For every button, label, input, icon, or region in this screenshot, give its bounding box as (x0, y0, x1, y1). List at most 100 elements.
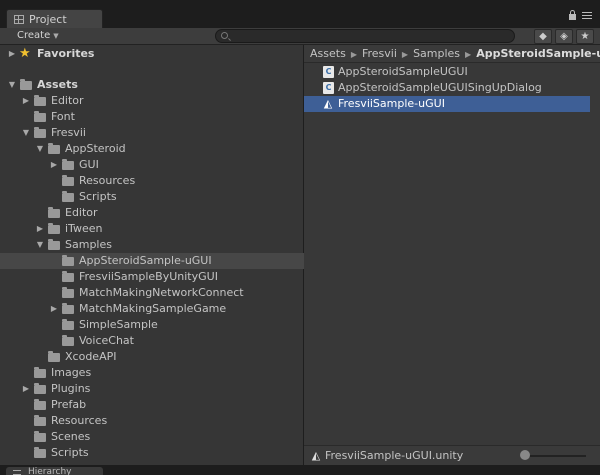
tree-item-label: SimpleSample (79, 318, 158, 331)
tree-item-samples[interactable]: ▼ Samples (0, 237, 304, 253)
expand-arrow-icon[interactable]: ▶ (21, 381, 31, 397)
tree-item-scripts[interactable]: Scripts (0, 189, 304, 205)
tree-item-label: XcodeAPI (65, 350, 117, 363)
expand-arrow-icon[interactable]: ▶ (49, 301, 59, 317)
folder-icon (34, 383, 46, 394)
tab-project[interactable]: Project (6, 9, 103, 28)
file-item-selected[interactable]: ◭ FresviiSample-uGUI (304, 96, 590, 112)
create-dropdown[interactable]: Create ▼ (11, 29, 65, 43)
collapse-arrow-icon[interactable]: ▼ (35, 141, 45, 157)
folder-icon (48, 223, 60, 234)
tree-item-resources[interactable]: Resources (0, 413, 304, 429)
tree-item-editor[interactable]: Editor (0, 205, 304, 221)
tree-item-label: VoiceChat (79, 334, 134, 347)
tree-item-resources[interactable]: Resources (0, 173, 304, 189)
tab-hierarchy-label: Hierarchy (28, 467, 72, 475)
icon-size-slider-track[interactable] (524, 455, 586, 457)
tree-item-label: Scenes (51, 430, 91, 443)
tab-hierarchy[interactable]: Hierarchy (6, 467, 103, 475)
tree-item-label: MatchMakingSampleGame (79, 302, 227, 315)
folder-icon (48, 143, 60, 154)
tree-item-itween[interactable]: ▶ iTween (0, 221, 304, 237)
file-item[interactable]: C AppSteroidSampleUGUI (304, 64, 590, 80)
breadcrumb-item[interactable]: Fresvii (362, 47, 397, 60)
collapse-arrow-icon[interactable]: ▼ (21, 125, 31, 141)
create-label: Create (17, 30, 51, 41)
tree-item-images[interactable]: Images (0, 365, 304, 381)
tree-item-appsteroid[interactable]: ▼ AppSteroid (0, 141, 304, 157)
toolbar-filter-icons: ◆ ◈ ★ (534, 29, 594, 44)
tree-item-label: Font (51, 110, 75, 123)
tree-item-label: Plugins (51, 382, 91, 395)
expand-arrow-icon[interactable]: ▶ (7, 46, 17, 62)
file-list-panel: Assets ▶ Fresvii ▶ Samples ▶ AppSteroidSample-… (304, 45, 600, 445)
star-icon: ★ (19, 46, 31, 61)
search-input[interactable] (232, 30, 502, 42)
tree-item-label: Resources (79, 174, 136, 187)
folder-icon (34, 399, 46, 410)
search-box[interactable] (215, 29, 515, 43)
tree-item-label: Fresvii (51, 126, 86, 139)
breadcrumb-item-current[interactable]: AppSteroidSample-uGUI (476, 47, 600, 60)
tree-item-xcodeapi[interactable]: XcodeAPI (0, 349, 304, 365)
folder-icon (48, 207, 60, 218)
search-by-type-icon[interactable]: ◆ (534, 29, 552, 44)
tree-item-matchmakingnetworkconnect[interactable]: MatchMakingNetworkConnect (0, 285, 304, 301)
tree-item-label: Images (51, 366, 92, 379)
tree-item-fresviisamplebyunitygui[interactable]: FresviiSampleByUnityGUI (0, 269, 304, 285)
icon-size-slider-handle[interactable] (520, 450, 530, 460)
chevron-right-icon: ▶ (465, 50, 472, 59)
breadcrumb-item[interactable]: Samples (413, 47, 460, 60)
tree-item-plugins[interactable]: ▶ Plugins (0, 381, 304, 397)
tree-item-font[interactable]: Font (0, 109, 304, 125)
favorite-star-icon[interactable]: ★ (576, 29, 594, 44)
folder-icon (62, 191, 74, 202)
folder-tree-panel: ▶ ★ Favorites ▼ Assets ▶ Editor Font ▼ F… (0, 45, 304, 465)
tree-item-label: Scripts (51, 446, 89, 459)
hierarchy-list-icon (13, 470, 21, 475)
tree-item-prefab[interactable]: Prefab (0, 397, 304, 413)
tree-item-voicechat[interactable]: VoiceChat (0, 333, 304, 349)
folder-icon (48, 239, 60, 250)
folder-icon (48, 351, 60, 362)
collapse-arrow-icon[interactable]: ▼ (35, 237, 45, 253)
folder-icon (34, 111, 46, 122)
tree-assets[interactable]: ▼ Assets (0, 77, 304, 93)
collapse-arrow-icon[interactable]: ▼ (7, 77, 17, 93)
folder-icon (62, 175, 74, 186)
tree-item-simplesample[interactable]: SimpleSample (0, 317, 304, 333)
tree-favorites-label: Favorites (37, 47, 95, 60)
tree-item-label: Prefab (51, 398, 87, 411)
window-controls (569, 10, 592, 20)
tree-item-label: Editor (65, 206, 98, 219)
panel-menu-icon[interactable] (582, 12, 592, 19)
tree-item-label: Scripts (79, 190, 117, 203)
csharp-script-icon: C (323, 66, 334, 78)
expand-arrow-icon[interactable]: ▶ (35, 221, 45, 237)
tree-item-appsteroidsample-ugui[interactable]: AppSteroidSample-uGUI (0, 253, 304, 269)
window-tab-strip: Project (0, 0, 600, 28)
tree-item-label: iTween (65, 222, 103, 235)
tree-item-editor[interactable]: ▶ Editor (0, 93, 304, 109)
tree-item-matchmakingsamplegame[interactable]: ▶ MatchMakingSampleGame (0, 301, 304, 317)
file-name: AppSteroidSampleUGUI (338, 65, 468, 78)
expand-arrow-icon[interactable]: ▶ (49, 157, 59, 173)
file-item[interactable]: C AppSteroidSampleUGUISingUpDialog (304, 80, 590, 96)
unity-scene-icon: ◭ (311, 449, 321, 462)
tree-item-fresvii[interactable]: ▼ Fresvii (0, 125, 304, 141)
tree-favorites[interactable]: ▶ ★ Favorites (0, 46, 304, 62)
file-status-bar: ◭ FresviiSample-uGUI.unity (304, 445, 600, 465)
lock-icon[interactable] (569, 10, 576, 20)
folder-icon (34, 367, 46, 378)
search-by-label-icon[interactable]: ◈ (555, 29, 573, 44)
tree-item-scenes[interactable]: Scenes (0, 429, 304, 445)
tree-item-gui[interactable]: ▶ GUI (0, 157, 304, 173)
tree-item-label: Editor (51, 94, 84, 107)
tree-item-label: AppSteroidSample-uGUI (79, 254, 212, 267)
folder-icon (34, 415, 46, 426)
breadcrumb-item[interactable]: Assets (310, 47, 346, 60)
chevron-down-icon: ▼ (53, 32, 59, 40)
tree-item-scripts[interactable]: Scripts (0, 445, 304, 461)
breadcrumb: Assets ▶ Fresvii ▶ Samples ▶ AppSteroidSample-… (304, 45, 600, 63)
expand-arrow-icon[interactable]: ▶ (21, 93, 31, 109)
